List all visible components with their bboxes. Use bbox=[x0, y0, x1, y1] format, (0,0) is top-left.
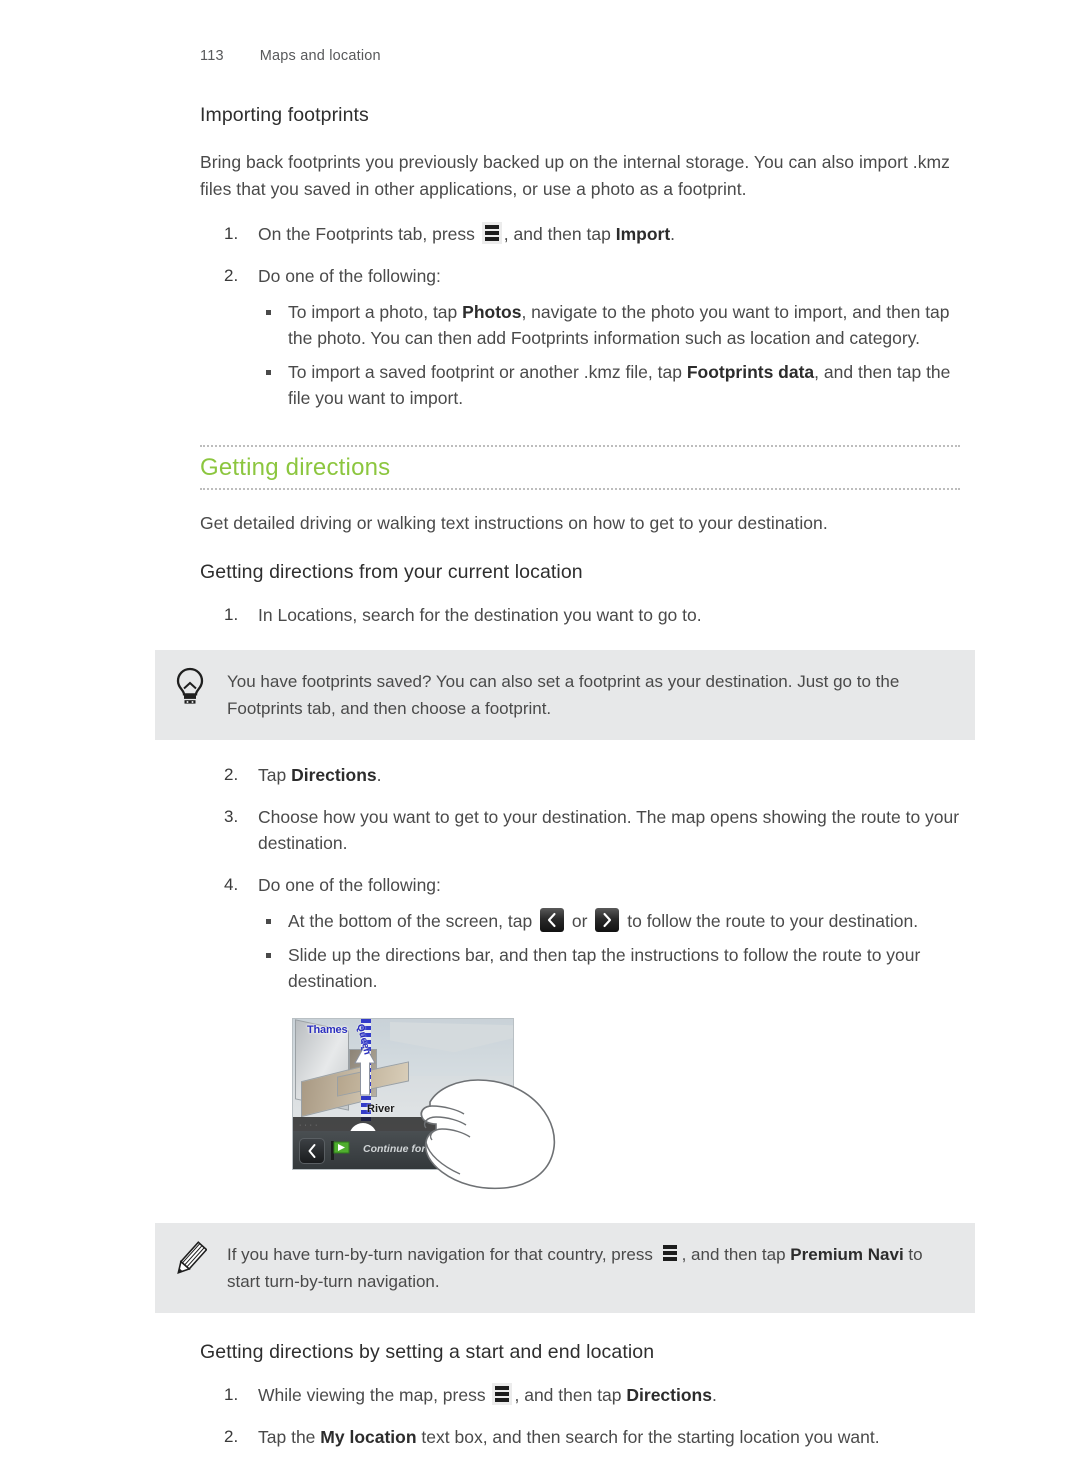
step-text-b: text box, and then search for the starti… bbox=[416, 1427, 880, 1447]
list-item: To import a photo, tap Photos, navigate … bbox=[258, 299, 960, 351]
list-item: At the bottom of the screen, tap or to f… bbox=[258, 908, 960, 934]
step-text-pre: On the Footprints tab, press bbox=[258, 224, 475, 244]
step-number: 4. bbox=[224, 875, 239, 894]
list-item: 4. Do one of the following: At the botto… bbox=[200, 872, 960, 994]
step-text-pre: While viewing the map, press bbox=[258, 1385, 486, 1405]
bullet-text: Slide up the directions bar, and then ta… bbox=[288, 945, 921, 991]
step-number: 1. bbox=[224, 1385, 239, 1404]
note-callout-text: If you have turn-by-turn navigation for … bbox=[227, 1241, 947, 1295]
tip-callout-text: You have footprints saved? You can also … bbox=[227, 672, 900, 718]
step-text-bold: My location bbox=[320, 1427, 417, 1447]
importing-steps-list: 1. On the Footprints tab, press , and th… bbox=[200, 221, 960, 411]
section-title-getting-directions: Getting directions bbox=[200, 454, 391, 481]
bullet-text-bold: Footprints data bbox=[686, 362, 815, 382]
heading-start-end-location: Getting directions by setting a start an… bbox=[200, 1341, 655, 1363]
chevron-left-icon[interactable] bbox=[299, 1138, 325, 1164]
step-number: 2. bbox=[224, 266, 239, 285]
section-start-end-location: Getting directions by setting a start an… bbox=[200, 1341, 960, 1450]
chevron-left-icon[interactable] bbox=[540, 908, 565, 932]
heading-directions-current-location: Getting directions from your current loc… bbox=[200, 561, 583, 583]
list-item: 1. In Locations, search for the destinat… bbox=[200, 602, 960, 628]
green-flag-icon bbox=[329, 1139, 351, 1161]
pencil-icon bbox=[173, 1239, 208, 1281]
note-callout: If you have turn-by-turn navigation for … bbox=[155, 1223, 975, 1313]
step-number: 1. bbox=[224, 605, 239, 624]
page-number: 113 bbox=[200, 48, 224, 64]
bullet-text-bold: Photos bbox=[462, 302, 522, 322]
step-text-mid: , and then tap bbox=[503, 224, 611, 244]
list-item: 2. Do one of the following: To import a … bbox=[200, 263, 960, 411]
tip-callout: You have footprints saved? You can also … bbox=[155, 650, 975, 740]
divider-bottom bbox=[200, 488, 960, 490]
step-text-end: . bbox=[670, 224, 676, 244]
step-number: 2. bbox=[224, 1427, 239, 1446]
importing-bullets-list: To import a photo, tap Photos, navigate … bbox=[258, 299, 960, 411]
step-text-end: . bbox=[376, 765, 382, 785]
step-number: 2. bbox=[224, 765, 239, 784]
bullet-text-a: To import a photo, tap bbox=[288, 302, 463, 322]
start-end-steps-list: 1. While viewing the map, press , and th… bbox=[200, 1382, 960, 1450]
bullet-text-a: At the bottom of the screen, tap bbox=[288, 911, 533, 931]
document-page: 113 Maps and location Importing footprin… bbox=[0, 0, 1080, 1447]
step-text-a: Tap the bbox=[258, 1427, 321, 1447]
step-text-mid: , and then tap bbox=[514, 1385, 627, 1405]
bullet-text-mid: or bbox=[571, 911, 588, 931]
header-section-title: Maps and location bbox=[259, 48, 381, 64]
directions-steps-list-part2: 2. Tap Directions. 3. Choose how you wan… bbox=[200, 762, 960, 994]
step-text-bold: Directions bbox=[291, 765, 377, 785]
step-text: Choose how you want to get to your desti… bbox=[258, 807, 960, 853]
note-text-a: If you have turn-by-turn navigation for … bbox=[227, 1245, 653, 1264]
menu-icon bbox=[660, 1242, 680, 1264]
section-getting-directions: Getting directions bbox=[200, 445, 960, 490]
list-item: 1. On the Footprints tab, press , and th… bbox=[200, 221, 960, 247]
page-header: 113 Maps and location bbox=[200, 48, 381, 64]
map-label-river: River bbox=[367, 1103, 395, 1115]
menu-icon bbox=[481, 222, 502, 244]
lightbulb-icon bbox=[173, 666, 207, 708]
step-text: In Locations, search for the destination… bbox=[258, 605, 702, 625]
figure-directions-screenshot: Thames Queen River ········ bbox=[292, 1018, 556, 1193]
note-text-bold: Premium Navi bbox=[790, 1245, 904, 1264]
step-text-bold: Import bbox=[615, 224, 671, 244]
list-item: To import a saved footprint or another .… bbox=[258, 359, 960, 411]
step-number: 1. bbox=[224, 224, 239, 243]
bullet-text-a: To import a saved footprint or another .… bbox=[288, 362, 687, 382]
list-item: Slide up the directions bar, and then ta… bbox=[258, 942, 960, 994]
hand-gesture-illustration bbox=[400, 1066, 560, 1192]
step-text-pre: Tap bbox=[258, 765, 292, 785]
note-text-b: , and then tap bbox=[681, 1245, 791, 1264]
menu-icon bbox=[492, 1383, 513, 1405]
importing-intro-paragraph: Bring back footprints you previously bac… bbox=[200, 152, 950, 199]
chevron-right-icon[interactable] bbox=[595, 908, 620, 932]
directions-intro-paragraph: Get detailed driving or walking text ins… bbox=[200, 513, 828, 533]
step-text: Do one of the following: bbox=[258, 875, 441, 895]
step-text-bold: Directions bbox=[626, 1385, 712, 1405]
step-number: 3. bbox=[224, 807, 239, 826]
bullet-text-b: to follow the route to your destination. bbox=[627, 911, 919, 931]
step-text-end: . bbox=[711, 1385, 717, 1405]
list-item: 2. Tap Directions. bbox=[200, 762, 960, 788]
heading-importing-footprints: Importing footprints bbox=[200, 104, 369, 126]
step-text: Do one of the following: bbox=[258, 266, 441, 286]
list-item: 1. While viewing the map, press , and th… bbox=[200, 1382, 960, 1408]
directions-steps-list-part1: 1. In Locations, search for the destinat… bbox=[200, 602, 960, 628]
list-item: 2. Tap the My location text box, and the… bbox=[200, 1424, 960, 1450]
list-item: 3. Choose how you want to get to your de… bbox=[200, 804, 960, 856]
page-content: Importing footprints Bring back footprin… bbox=[155, 104, 975, 1466]
map-label-thames: Thames bbox=[307, 1024, 348, 1036]
directions-bullets-list: At the bottom of the screen, tap or to f… bbox=[258, 908, 960, 994]
